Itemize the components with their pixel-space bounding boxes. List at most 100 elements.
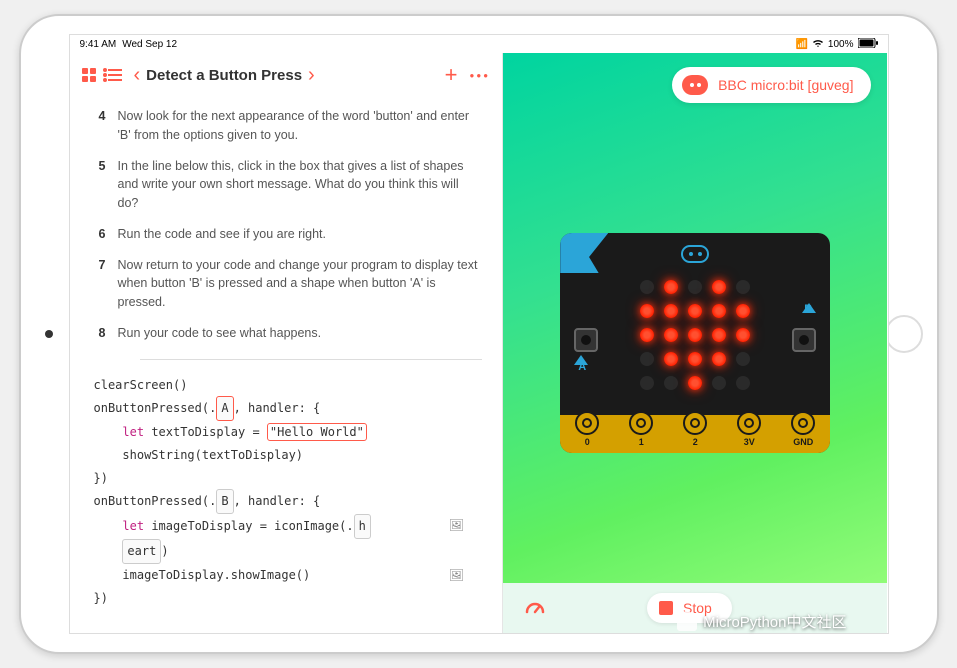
led [640,328,654,342]
led [688,376,702,390]
led [712,304,726,318]
button-a[interactable] [574,328,598,352]
wechat-icon [677,613,697,631]
led [664,376,678,390]
step-text: Run the code and see if you are right. [118,225,326,244]
microbit-logo-icon [681,245,709,263]
add-button[interactable]: + [445,62,458,88]
code-line: showString(textToDisplay) [94,444,483,467]
pin-3v [737,411,761,435]
ipad-frame: 9:41 AM Wed Sep 12 📶 100% [19,14,939,654]
token-button-a: A [216,396,233,421]
nav-group: ‹ Detect a Button Press › [134,64,315,87]
led [712,328,726,342]
code-line: let textToDisplay = "Hello World" [94,421,483,444]
step-text: Now return to your code and change your … [118,256,483,312]
step-number: 8 [90,324,106,343]
microbit-icon [682,75,708,95]
simulator-panel: BBC micro:bit [guveg] A B 0 1 2 3V GND [503,53,887,633]
watermark-text: MicroPython中文社区 [703,611,846,632]
led [736,352,750,366]
code-line: onButtonPressed(.A, handler: { [94,396,483,421]
forward-chevron-icon[interactable]: › [308,64,315,87]
led [712,376,726,390]
status-date: Wed Sep 12 [122,39,177,50]
pin-label: GND [793,437,813,447]
token-icon-h: h [354,514,371,539]
home-button[interactable] [885,315,923,353]
step-number: 6 [90,225,106,244]
page-title: Detect a Button Press [146,67,302,84]
led [664,352,678,366]
battery-percent: 100% [828,39,854,50]
instruction-step: 8 Run your code to see what happens. [90,318,483,349]
led [640,304,654,318]
step-text: Run your code to see what happens. [118,324,322,343]
device-pill[interactable]: BBC micro:bit [guveg] [672,67,871,103]
edge-connector: 0 1 2 3V GND [560,415,830,453]
button-b[interactable] [792,328,816,352]
code-line: let imageToDisplay = iconImage(.h🖼 [94,514,483,539]
step-number: 5 [90,157,106,213]
pin-label: 1 [639,437,644,447]
led [736,280,750,294]
instructions-content: 4 Now look for the next appearance of the… [70,97,503,633]
list-view-icon[interactable] [108,69,122,81]
image-picker-icon[interactable]: 🖼 [449,564,464,587]
led [736,328,750,342]
toolbar: ‹ Detect a Button Press › + ●●● [70,53,503,97]
led [688,280,702,294]
pin-label: 3V [744,437,755,447]
signal-icon: 📶 [795,39,807,50]
token-icon-eart: eart [122,539,161,564]
label-a: A [578,361,586,373]
pin-gnd [791,411,815,435]
instruction-step: 7Now return to your code and change your… [90,250,483,318]
battery-icon [858,38,878,51]
pin-label: 2 [693,437,698,447]
label-b: B [804,303,812,315]
stop-icon [659,601,673,615]
status-time: 9:41 AM [80,39,117,50]
step-number: 4 [90,107,106,145]
led [640,376,654,390]
status-bar: 9:41 AM Wed Sep 12 📶 100% [70,35,888,53]
app-body: ‹ Detect a Button Press › + ●●● 4 Now loo… [70,53,888,633]
watermark: MicroPython中文社区 [677,611,846,632]
instruction-step: 6 Run the code and see if you are right. [90,219,483,250]
led [736,304,750,318]
step-text: In the line below this, click in the box… [118,157,483,213]
wifi-icon [812,38,824,51]
back-chevron-icon[interactable]: ‹ [134,64,141,87]
led [664,280,678,294]
screen: 9:41 AM Wed Sep 12 📶 100% [69,34,889,634]
gauge-icon[interactable] [523,596,547,620]
grid-view-icon[interactable] [82,68,96,82]
code-line: imageToDisplay.showImage()🖼 [94,564,483,587]
instruction-step: 5In the line below this, click in the bo… [90,151,483,219]
token-string: "Hello World" [267,423,367,441]
led-matrix [638,278,752,392]
step-text: Now look for the next appearance of the … [118,107,483,145]
divider [140,359,483,360]
microbit-board: A B 0 1 2 3V GND [560,233,830,453]
led [688,304,702,318]
pin-1 [629,411,653,435]
led [640,352,654,366]
board-wrap: A B 0 1 2 3V GND [503,103,887,583]
board-corner [560,233,608,273]
led [712,352,726,366]
led [664,304,678,318]
led [688,352,702,366]
instruction-step: 4 Now look for the next appearance of the… [90,101,483,151]
code-line: }) [94,467,483,490]
code-line: clearScreen() [94,374,483,397]
led [688,328,702,342]
pin-label: 0 [585,437,590,447]
token-button-b: B [216,489,233,514]
code-editor[interactable]: clearScreen() onButtonPressed(.A, handle… [90,374,483,610]
camera-icon [45,330,53,338]
more-icon[interactable]: ●●● [470,71,491,80]
image-picker-icon[interactable]: 🖼 [449,514,464,537]
code-line: }) [94,587,483,610]
